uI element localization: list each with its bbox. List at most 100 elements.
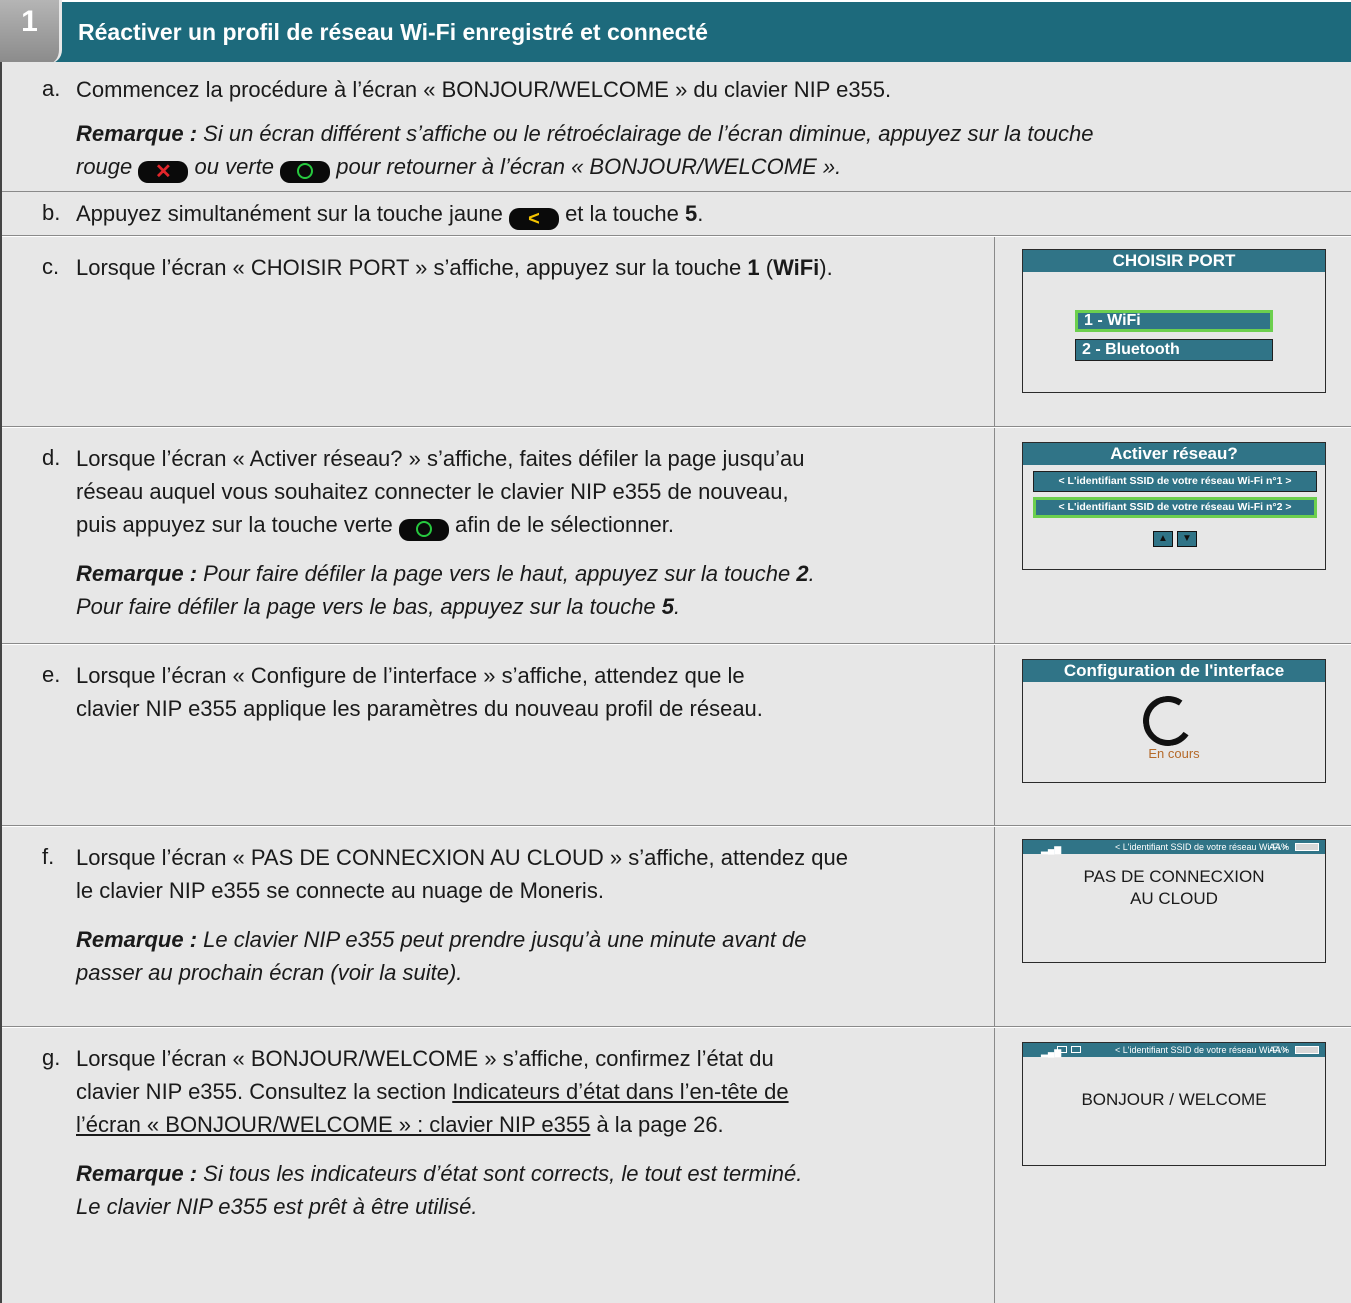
scroll-up-icon: ▲ — [1153, 531, 1173, 547]
steps-table: a. Commencez la procédure à l’écran « BO… — [0, 62, 1351, 1303]
note-label: Remarque : — [76, 561, 198, 586]
step-number-tab: 1 — [0, 0, 62, 64]
status-ssid: < L'identifiant SSID de votre réseau Wi-… — [1115, 1045, 1288, 1055]
step-row-f: f. Lorsque l’écran « PAS DE CONNECXION A… — [2, 827, 1351, 1027]
step-row-d: d. Lorsque l’écran « Activer réseau? » s… — [2, 428, 1351, 644]
screen-welcome: ▂▄▆ < L'identifiant SSID de votre réseau… — [1022, 1042, 1326, 1166]
key-number: 5 — [661, 594, 675, 619]
red-cancel-key-icon: ✕ — [138, 161, 189, 183]
step-row-a-note: Remarque : Si un écran différent s’affic… — [2, 117, 1351, 191]
step-letter: f. — [42, 844, 55, 869]
step-a-note: Remarque : Si un écran différent s’affic… — [76, 117, 1093, 183]
screen-configuration: Configuration de l'interface En cours — [1022, 659, 1326, 783]
step-text: réseau auquel vous souhaitez connecter l… — [76, 479, 789, 504]
step-e-text: Lorsque l’écran « Configure de l’interfa… — [76, 659, 763, 725]
step-g-text: Lorsque l’écran « BONJOUR/WELCOME » s’af… — [76, 1042, 802, 1223]
network-option-2: < L'identifiant SSID de votre réseau Wi-… — [1033, 497, 1317, 518]
signal-icon: ▂▄▆ — [1041, 844, 1062, 854]
key-number: 5 — [684, 201, 698, 226]
step-text: Lorsque l’écran « PAS DE CONNECXION AU C… — [76, 845, 848, 870]
battery-icon — [1295, 1046, 1319, 1054]
option-wifi: 1 - WiFi — [1075, 310, 1273, 332]
section-title: Réactiver un profil de réseau Wi-Fi enre… — [78, 19, 708, 45]
connection-icon — [1057, 1046, 1067, 1053]
key-number: 1 — [747, 255, 760, 280]
screen-title: CHOISIR PORT — [1023, 250, 1325, 272]
step-text: à la page 26. — [596, 1112, 724, 1137]
battery-percent: AA% — [1268, 1045, 1289, 1055]
step-text: Commencez la procédure à l’écran « BONJO… — [76, 73, 891, 106]
step-letter: b. — [42, 200, 61, 225]
screen-title: Activer réseau? — [1023, 443, 1325, 465]
loading-label: En cours — [1148, 746, 1200, 761]
step-text: afin de le sélectionner. — [455, 512, 674, 537]
step-text: le clavier NIP e355 se connecte au nuage… — [76, 878, 604, 903]
note-text: Pour faire défiler la page vers le bas, … — [76, 594, 656, 619]
battery-percent: AA% — [1268, 842, 1289, 852]
key-number: 2 — [796, 561, 809, 586]
scroll-down-icon: ▼ — [1177, 531, 1197, 547]
step-letter: g. — [42, 1045, 61, 1070]
step-text: Lorsque l’écran « BONJOUR/WELCOME » s’af… — [76, 1046, 774, 1071]
screen-message: AU CLOUD — [1130, 889, 1218, 908]
step-text: Appuyez simultanément sur la touche jaun… — [76, 201, 503, 226]
network-option-1: < L'identifiant SSID de votre réseau Wi-… — [1033, 471, 1317, 492]
note-text: Le clavier NIP e355 peut prendre jusqu’à… — [203, 927, 807, 952]
note-text: Le clavier NIP e355 est prêt à être util… — [76, 1194, 478, 1219]
green-ok-key-icon — [398, 519, 449, 541]
note-text: rouge — [76, 154, 133, 179]
step-b-text: Appuyez simultanément sur la touche jaun… — [76, 197, 703, 230]
note-label: Remarque : — [76, 927, 198, 952]
step-row-e: e. Lorsque l’écran « Configure de l’inte… — [2, 645, 1351, 826]
section-header: Réactiver un profil de réseau Wi-Fi enre… — [30, 2, 1351, 62]
step-text: ). — [819, 255, 833, 280]
section-link[interactable]: Indicateurs d’état dans l’en-tête de — [452, 1079, 788, 1104]
step-a-text: Commencez la procédure à l’écran « BONJO… — [76, 77, 892, 102]
step-text: . — [697, 201, 704, 226]
key-label: WiFi — [773, 255, 820, 280]
note-label: Remarque : — [76, 1161, 198, 1186]
green-ok-key-icon — [280, 161, 331, 183]
option-bluetooth: 2 - Bluetooth — [1075, 339, 1273, 361]
step-d-text: Lorsque l’écran « Activer réseau? » s’af… — [76, 442, 815, 623]
step-row-g: g. Lorsque l’écran « BONJOUR/WELCOME » s… — [2, 1028, 1351, 1303]
note-text: pour retourner à l’écran « BONJOUR/WELCO… — [336, 154, 842, 179]
note-text: passer au prochain écran (voir la suite)… — [76, 960, 463, 985]
note-text: ou verte — [194, 154, 275, 179]
step-letter: a. — [42, 76, 61, 101]
note-text: Si tous les indicateurs d’état sont corr… — [203, 1161, 803, 1186]
status-bar: ▂▄▆ < L'identifiant SSID de votre réseau… — [1023, 1043, 1325, 1057]
step-row-c: c. Lorsque l’écran « CHOISIR PORT » s’af… — [2, 237, 1351, 427]
step-text: Lorsque l’écran « CHOISIR PORT » s’affic… — [76, 255, 742, 280]
step-letter: d. — [42, 445, 61, 470]
step-text: clavier NIP e355 applique les paramètres… — [76, 696, 763, 721]
loading-spinner-icon — [1139, 692, 1197, 750]
step-text: Lorsque l’écran « Activer réseau? » s’af… — [76, 446, 805, 471]
battery-icon — [1295, 843, 1319, 851]
note-label: Remarque : — [76, 121, 198, 146]
note-text: Pour faire défiler la page vers le haut,… — [203, 561, 791, 586]
step-text: ( — [765, 255, 774, 280]
step-text: clavier NIP e355. Consultez la section — [76, 1079, 447, 1104]
status-bar: ▂▄▆ < L'identifiant SSID de votre réseau… — [1023, 840, 1325, 854]
screen-activer-reseau: Activer réseau? < L'identifiant SSID de … — [1022, 442, 1326, 570]
yellow-back-key-icon: < — [508, 208, 559, 230]
step-letter: c. — [42, 254, 60, 279]
step-text: Lorsque l’écran « Configure de l’interfa… — [76, 663, 745, 688]
status-ssid: < L'identifiant SSID de votre réseau Wi-… — [1115, 842, 1288, 852]
screen-message: PAS DE CONNECXION — [1083, 867, 1265, 886]
scroll-keys-icon: ▲ ▼ — [1153, 531, 1197, 547]
step-c-text: Lorsque l’écran « CHOISIR PORT » s’affic… — [76, 251, 833, 284]
screen-choisir-port: CHOISIR PORT 1 - WiFi 2 - Bluetooth — [1022, 249, 1326, 393]
step-row-b: b. Appuyez simultanément sur la touche j… — [2, 192, 1351, 236]
section-link[interactable]: l’écran « BONJOUR/WELCOME » : clavier NI… — [76, 1112, 590, 1137]
note-text: Si un écran différent s’affiche ou le ré… — [203, 121, 1094, 146]
screen-no-cloud: ▂▄▆ < L'identifiant SSID de votre réseau… — [1022, 839, 1326, 963]
screen-title: Configuration de l'interface — [1023, 660, 1325, 682]
step-text: puis appuyez sur la touche verte — [76, 512, 393, 537]
step-f-text: Lorsque l’écran « PAS DE CONNECXION AU C… — [76, 841, 848, 989]
screen-message: BONJOUR / WELCOME — [1081, 1090, 1267, 1109]
step-letter: e. — [42, 662, 61, 687]
connection-icon — [1071, 1046, 1081, 1053]
step-text: et la touche — [565, 201, 679, 226]
